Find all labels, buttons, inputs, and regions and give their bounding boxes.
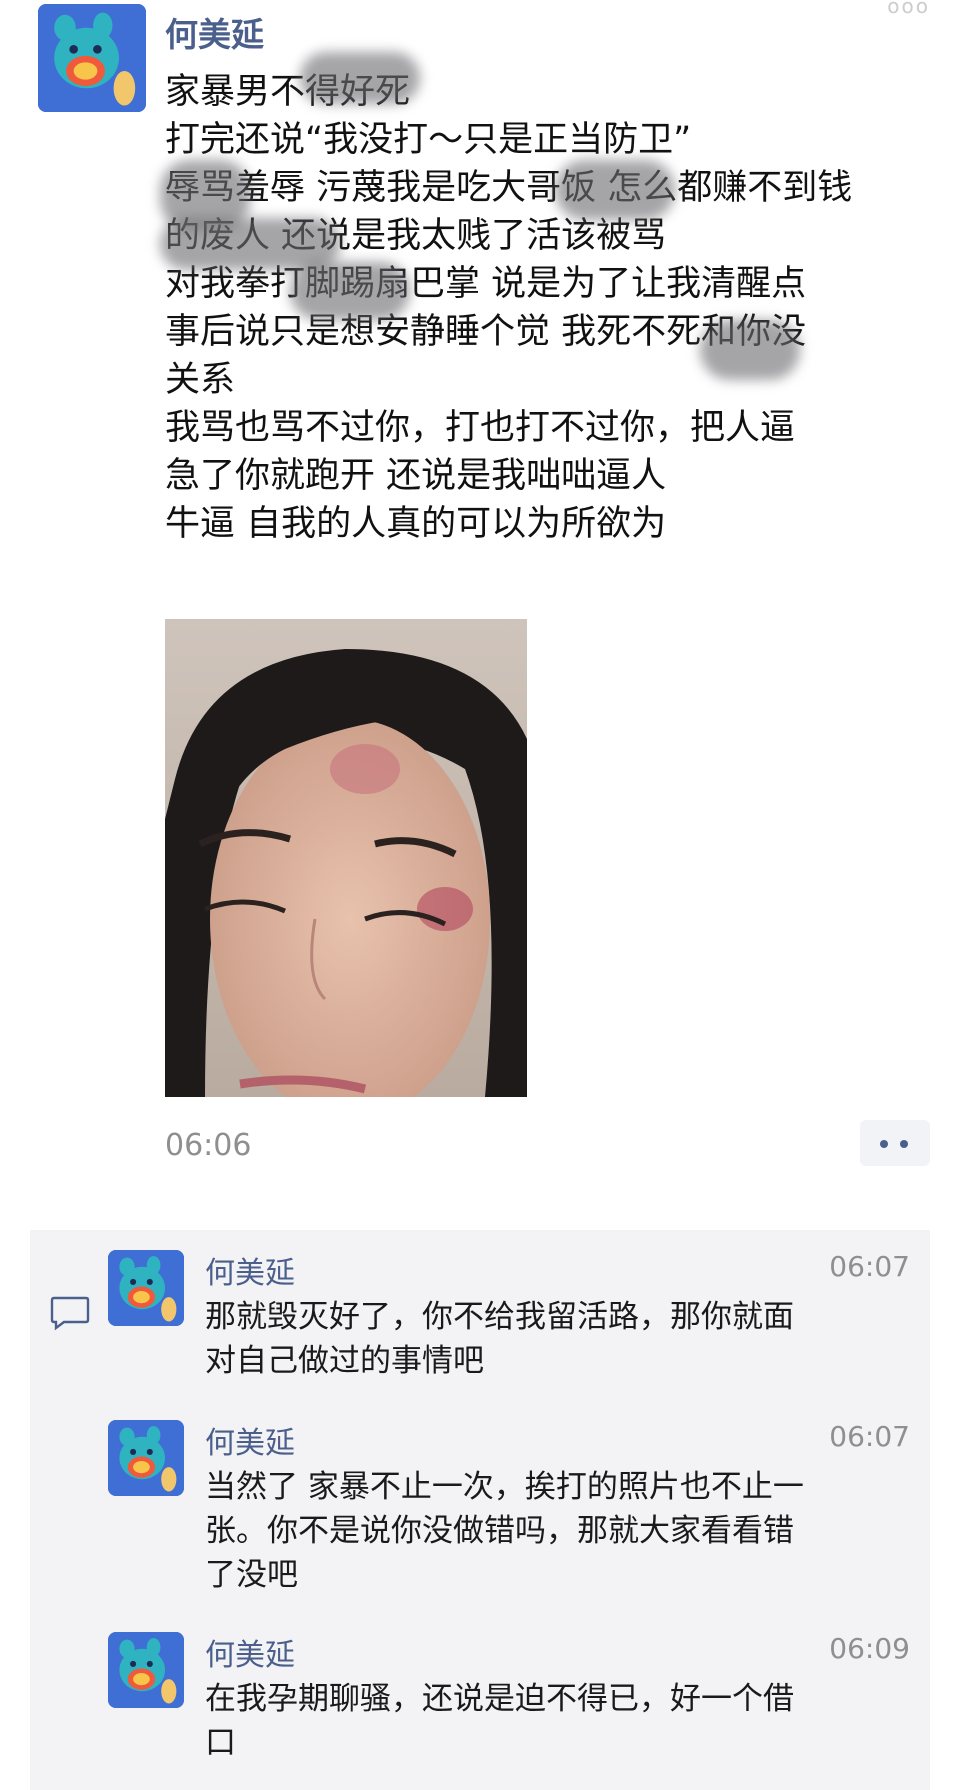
top-overflow-dots: ooo [887,0,930,18]
face-photo-image [165,619,527,1097]
post-text: 家暴男不得好死 打完还说“我没打～只是正当防卫” 辱骂羞辱 污蔑我是吃大哥饭 怎… [165,68,935,548]
author-avatar[interactable] [38,4,146,112]
post-line: 打完还说“我没打～只是正当防卫” [165,120,692,160]
redaction-smudge [555,160,675,220]
comment-time: 06:09 [829,1632,910,1665]
comment-author[interactable]: 何美延 [205,1248,295,1292]
cartoon-avatar-icon [108,1632,184,1708]
comment-avatar[interactable] [108,1420,184,1496]
post-line: 牛逼 自我的人真的可以为所欲为 [165,504,667,544]
post-line: 急了你就跑开 还说是我咄咄逼人 [165,456,667,496]
post-line: 家暴男不得好死 [165,72,411,112]
comment-text: 在我孕期聊骚，还说是迫不得已，好一个借 口 [205,1677,905,1765]
post-line: 关系 [165,360,236,400]
post-line: 辱骂羞辱 污蔑我是吃大哥饭 怎么都赚不到钱 [165,168,853,208]
post-author-name[interactable]: 何美延 [165,8,264,56]
comment-line: 当然了 家暴不止一次，挨打的照片也不止一 [205,1469,804,1505]
comment-line: 对自己做过的事情吧 [205,1343,484,1379]
comment-line: 张。你不是说你没做错吗，那就大家看看错 [205,1513,794,1549]
comment-text: 那就毁灭好了，你不给我留活路，那你就面 对自己做过的事情吧 [205,1295,905,1383]
comment-line: 在我孕期聊骚，还说是迫不得已，好一个借 [205,1681,794,1717]
post-time: 06:06 [165,1128,252,1163]
post-photo[interactable] [165,619,527,1097]
post-line: 我骂也骂不过你，打也打不过你，把人逼 [165,408,796,448]
comment-author[interactable]: 何美延 [205,1630,295,1674]
cartoon-avatar-icon [108,1250,184,1326]
comment-text: 当然了 家暴不止一次，挨打的照片也不止一 张。你不是说你没做错吗，那就大家看看错… [205,1465,905,1597]
comment-line: 那就毁灭好了，你不给我留活路，那你就面 [205,1299,794,1335]
comment-time: 06:07 [829,1250,910,1283]
redaction-smudge [300,52,420,104]
redaction-smudge [290,262,410,320]
comment-line: 了没吧 [205,1557,298,1593]
more-dots-icon[interactable] [860,1120,930,1166]
redaction-smudge [700,320,800,380]
comment-line: 口 [205,1725,236,1761]
post-line: 事后说只是想安静睡个觉 我死不死和你没 [165,312,807,352]
comment-avatar[interactable] [108,1250,184,1326]
comment-avatar[interactable] [108,1632,184,1708]
cartoon-avatar-icon [38,4,146,112]
comment-time: 06:07 [829,1420,910,1453]
comment-author[interactable]: 何美延 [205,1418,295,1462]
cartoon-avatar-icon [108,1420,184,1496]
comment-bubble-icon [50,1296,90,1331]
